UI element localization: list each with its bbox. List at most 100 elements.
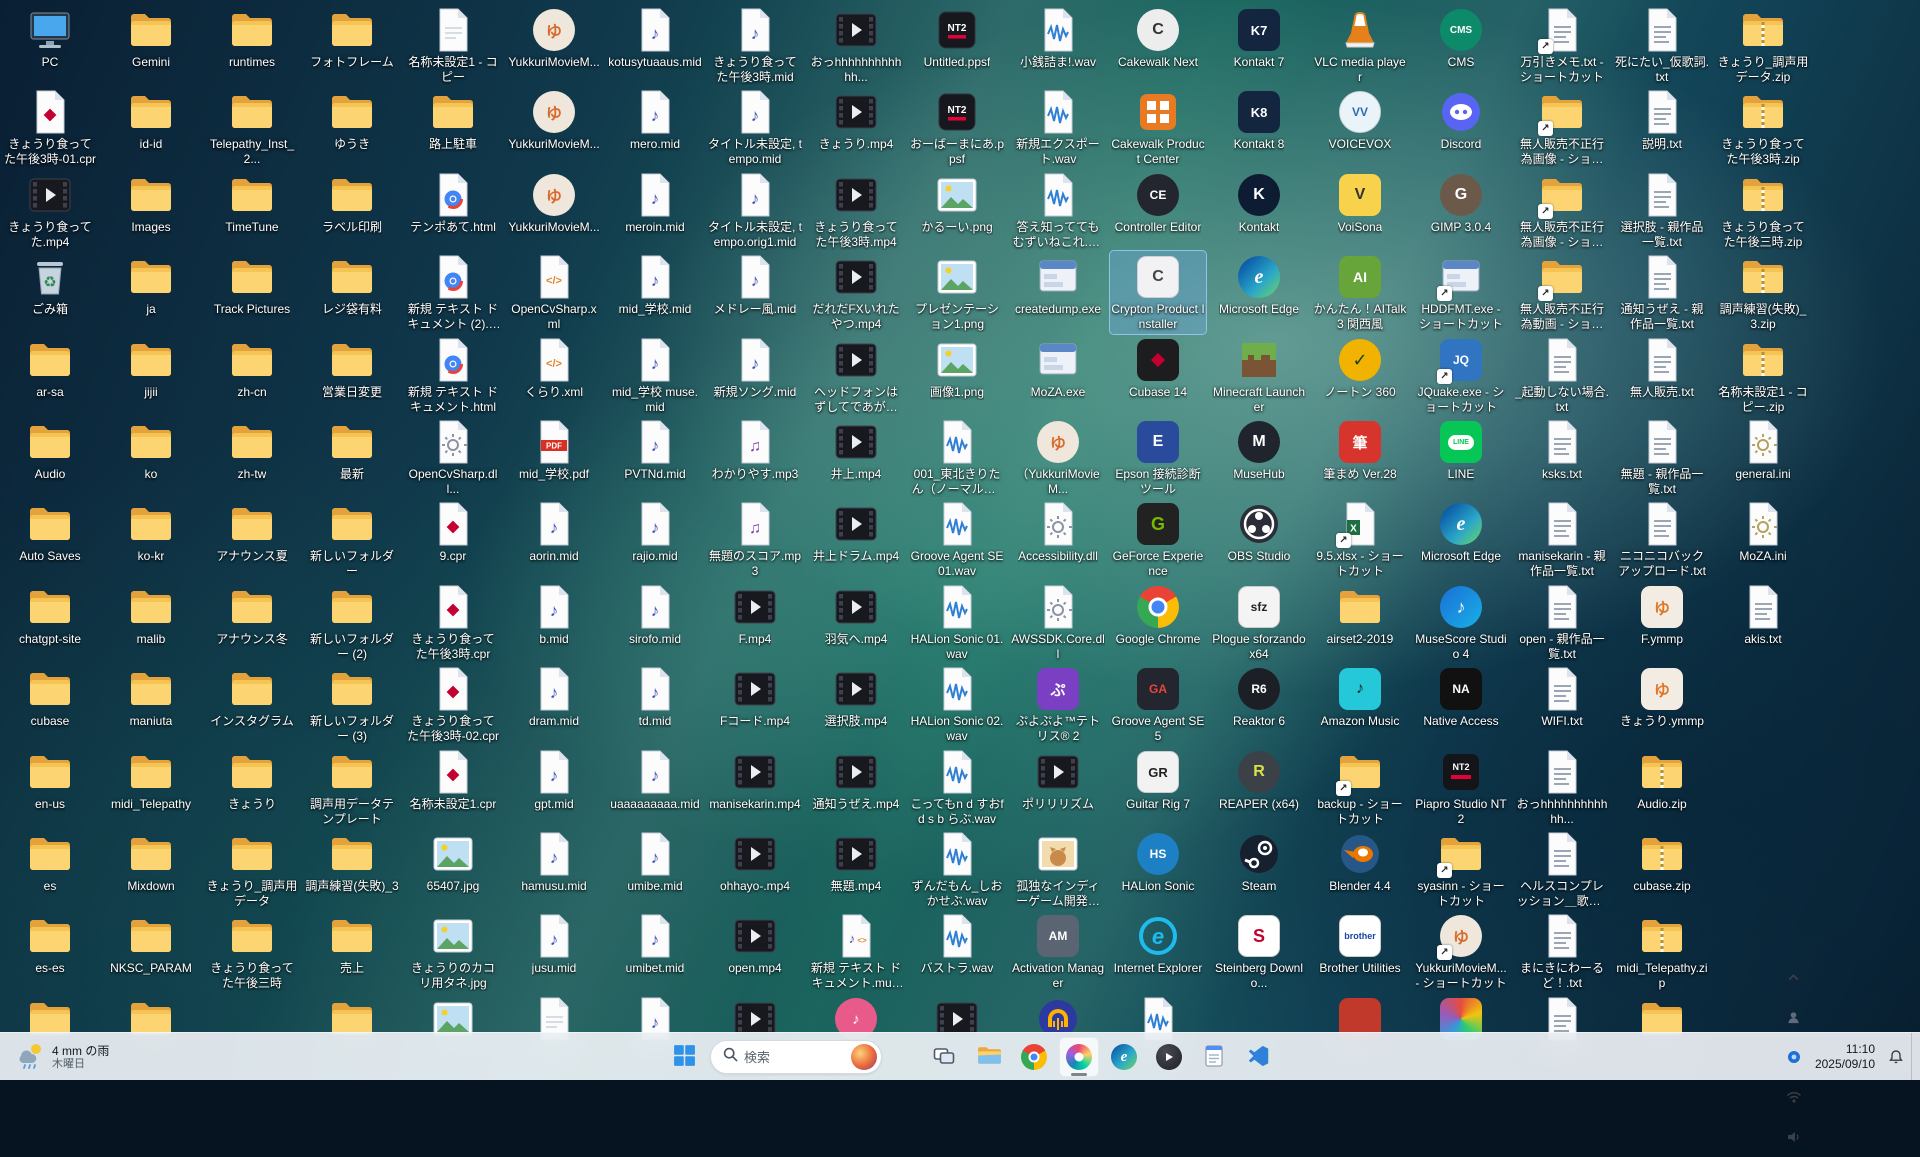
desktop-icon[interactable]: 筆筆まめ Ver.28 (1312, 416, 1408, 484)
desktop-icon[interactable]: ja (103, 251, 199, 319)
desktop-icon[interactable]: 調声用データテンプレート (304, 746, 400, 829)
desktop-icon[interactable]: AWSSDK.Core.dll (1010, 581, 1106, 664)
desktop-icon[interactable]: ♪meroin.mid (607, 169, 703, 237)
bing-daily-image-icon[interactable] (851, 1044, 877, 1070)
desktop-icon[interactable]: midi_Telepathy (103, 746, 199, 814)
desktop-icon[interactable]: きょうりのカコリ用タネ.jpg (405, 910, 501, 993)
desktop-icon[interactable]: zh-tw (204, 416, 300, 484)
desktop-icon[interactable]: 通知うぜえ.mp4 (808, 746, 904, 814)
desktop-icon[interactable]: ゆうき (304, 86, 400, 154)
desktop-icon[interactable]: id-id (103, 86, 199, 154)
desktop-icon[interactable]: 新規 テキスト ドキュメント.html (405, 334, 501, 417)
person-icon[interactable] (1780, 997, 1808, 1037)
desktop-icon[interactable]: 小銭詰ま!.wav (1010, 4, 1106, 72)
desktop-icon[interactable]: createdump.exe (1010, 251, 1106, 319)
desktop-icon[interactable]: CMSCMS (1413, 4, 1509, 72)
desktop-icon[interactable]: 営業日変更 (304, 334, 400, 402)
desktop-icon[interactable]: ♪sirofo.mid (607, 581, 703, 649)
desktop-icon[interactable]: 無人販売.txt (1614, 334, 1710, 402)
desktop-icon[interactable]: EEpson 接続診断ツール (1110, 416, 1206, 499)
desktop-icon[interactable]: Fコード.mp4 (707, 663, 803, 731)
desktop-icon[interactable]: runtimes (204, 4, 300, 72)
search-box[interactable] (710, 1040, 882, 1074)
photos-taskbar-button[interactable] (1059, 1037, 1099, 1077)
desktop-icon[interactable]: バストラ.wav (909, 910, 1005, 978)
notification-bell-icon[interactable] (1882, 1037, 1910, 1077)
desktop-icon[interactable]: 001_東北きりたん（ノーマル）_今じゃ... (909, 416, 1005, 499)
desktop-icon[interactable]: ↗無人販売不正行為画像 - ショートカット (1514, 169, 1610, 252)
desktop-icon[interactable]: ♫わかりやす.mp3 (707, 416, 803, 484)
task-view-taskbar-button[interactable] (924, 1037, 964, 1077)
desktop-icon[interactable]: きょうり食ってた午後3時.mp4 (808, 169, 904, 252)
desktop-icon[interactable]: ♪新規ソング.mid (707, 334, 803, 402)
notepad-taskbar-button[interactable] (1194, 1037, 1234, 1077)
desktop-icon[interactable]: </>くらり.xml (506, 334, 602, 402)
desktop-icon[interactable]: K7Kontakt 7 (1211, 4, 1307, 72)
desktop-icon[interactable]: Telepathy_Inst_2... (204, 86, 300, 169)
desktop-icon[interactable]: cubase.zip (1614, 828, 1710, 896)
weather-widget[interactable]: 4 mm の雨 木曜日 (6, 1037, 117, 1077)
desktop-icon[interactable]: ♫無題のスコア.mp3 (707, 498, 803, 581)
desktop-icon[interactable]: おっhhhhhhhhhhhh... (1514, 746, 1610, 829)
desktop-icon[interactable]: きょうり食ってた午後三時 (204, 910, 300, 993)
desktop-icon[interactable]: Google Chrome (1110, 581, 1206, 649)
desktop-icon[interactable]: cubase (2, 663, 98, 731)
desktop-icon[interactable]: ↗syasinn - ショートカット (1413, 828, 1509, 911)
desktop-icon[interactable]: ♪タイトル未設定, tempo.mid (707, 86, 803, 169)
desktop-icon[interactable]: ↗backup - ショートカット (1312, 746, 1408, 829)
desktop-icon[interactable]: きょうり食ってた午後3時.zip (1715, 86, 1811, 169)
desktop-icon[interactable]: brotherBrother Utilities (1312, 910, 1408, 978)
vscode-taskbar-button[interactable] (1239, 1037, 1279, 1077)
desktop-icon[interactable]: eMicrosoft Edge (1413, 498, 1509, 566)
desktop-icon[interactable]: ♪td.mid (607, 663, 703, 731)
desktop-icon[interactable]: ニコニコバックアップロード.txt (1614, 498, 1710, 581)
desktop-icon[interactable]: NT2Untitled.ppsf (909, 4, 1005, 72)
desktop-icon[interactable]: きょうり食ってた午後3時-02.cpr (405, 663, 501, 746)
desktop-icon[interactable]: 名称未設定1 - コピー.zip (1715, 334, 1811, 417)
desktop-icon[interactable]: かるーい.png (909, 169, 1005, 237)
desktop-icon[interactable]: NT2Piapro Studio NT2 (1413, 746, 1509, 829)
desktop-icon[interactable]: eMicrosoft Edge (1211, 251, 1307, 319)
desktop-icon[interactable]: Auto Saves (2, 498, 98, 566)
desktop-icon[interactable]: おっhhhhhhhhhhhh... (808, 4, 904, 87)
desktop-icon[interactable]: ♪<>新規 テキスト ドキュメント.musicxml (808, 910, 904, 993)
chrome-taskbar-button[interactable] (1014, 1037, 1054, 1077)
desktop-icon[interactable]: ksks.txt (1514, 416, 1610, 484)
desktop-icon[interactable]: ↗無人販売不正行為画像 - ショートカッ... (1514, 86, 1610, 169)
desktop-icon[interactable]: maniuta (103, 663, 199, 731)
desktop-icon[interactable]: きょうり_調声用データ (204, 828, 300, 911)
desktop-icon[interactable]: Images (103, 169, 199, 237)
desktop-icon[interactable]: AMActivation Manager (1010, 910, 1106, 993)
desktop-icon[interactable]: HALion Sonic 02.wav (909, 663, 1005, 746)
desktop-icon[interactable]: インスタグラム (204, 663, 300, 731)
desktop-icon[interactable]: </>OpenCvSharp.xml (506, 251, 602, 334)
desktop-icon[interactable]: テンポあて.html (405, 169, 501, 237)
desktop-icon[interactable]: 9.cpr (405, 498, 501, 566)
desktop-icon[interactable]: 名称未設定1.cpr (405, 746, 501, 814)
desktop-icon[interactable]: ↗万引きメモ.txt - ショートカット (1514, 4, 1610, 87)
desktop-icon[interactable]: ラベル印刷 (304, 169, 400, 237)
desktop-icon[interactable]: ゆYukkuriMovieM... (506, 86, 602, 154)
desktop-icon[interactable]: ♪Amazon Music (1312, 663, 1408, 731)
desktop-icon[interactable]: manisekarin.mp4 (707, 746, 803, 814)
desktop-icon[interactable]: ポリリリズム (1010, 746, 1106, 814)
desktop-icon[interactable]: ゆF.ymmp (1614, 581, 1710, 649)
desktop-icon[interactable]: zh-cn (204, 334, 300, 402)
desktop-icon[interactable]: Steam (1211, 828, 1307, 896)
desktop-icon[interactable]: レジ袋有料 (304, 251, 400, 319)
desktop-icon[interactable]: GGeForce Experience (1110, 498, 1206, 581)
desktop-icon[interactable]: 選択肢.mp4 (808, 663, 904, 731)
desktop-icon[interactable]: CCakewalk Next (1110, 4, 1206, 72)
desktop-icon[interactable]: ♪gpt.mid (506, 746, 602, 814)
desktop-icon[interactable]: midi_Telepathy.zip (1614, 910, 1710, 993)
wifi-icon[interactable] (1780, 1077, 1808, 1117)
desktop-icon[interactable]: 井上ドラム.mp4 (808, 498, 904, 566)
desktop-icon[interactable]: JQ↗JQuake.exe - ショートカット (1413, 334, 1509, 417)
desktop-icon[interactable]: general.ini (1715, 416, 1811, 484)
desktop-icon[interactable]: ♪dram.mid (506, 663, 602, 731)
desktop-icon[interactable]: VLC media player (1312, 4, 1408, 87)
desktop-icon[interactable]: WIFI.txt (1514, 663, 1610, 731)
desktop-icon[interactable]: きょうり食ってた.mp4 (2, 169, 98, 252)
desktop-icon[interactable]: AIかんたん！AITalk 3 関西風 (1312, 251, 1408, 334)
desktop-icon[interactable]: ♪mid_学校 muse.mid (607, 334, 703, 417)
